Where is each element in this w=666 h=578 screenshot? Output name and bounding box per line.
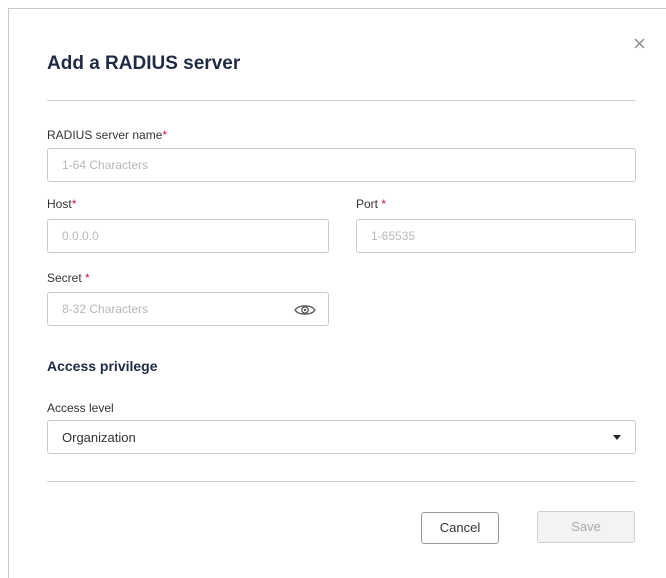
server-name-label-text: RADIUS server name bbox=[47, 128, 163, 142]
host-input[interactable] bbox=[48, 220, 328, 252]
port-label: Port * bbox=[356, 197, 386, 211]
secret-input[interactable] bbox=[48, 293, 328, 325]
port-label-text: Port bbox=[356, 197, 382, 211]
header-divider bbox=[47, 100, 636, 101]
access-level-label: Access level bbox=[47, 401, 114, 415]
footer-divider bbox=[47, 481, 636, 482]
server-name-field bbox=[47, 148, 636, 182]
eye-icon[interactable] bbox=[294, 303, 316, 317]
required-mark: * bbox=[71, 197, 77, 211]
required-mark: * bbox=[381, 197, 387, 211]
access-level-value: Organization bbox=[62, 430, 136, 445]
required-mark: * bbox=[85, 271, 90, 285]
add-radius-server-dialog: Add a RADIUS server RADIUS server name* … bbox=[8, 8, 666, 578]
caret-down-icon bbox=[613, 435, 621, 440]
dialog-title: Add a RADIUS server bbox=[47, 53, 241, 74]
required-mark: * bbox=[162, 128, 168, 142]
secret-label: Secret * bbox=[47, 271, 90, 285]
host-field bbox=[47, 219, 329, 253]
access-privilege-heading: Access privilege bbox=[47, 358, 158, 374]
server-name-label: RADIUS server name* bbox=[47, 128, 167, 142]
host-label: Host* bbox=[47, 197, 76, 211]
cancel-button[interactable]: Cancel bbox=[421, 512, 499, 544]
access-level-select[interactable]: Organization bbox=[47, 420, 636, 454]
save-button[interactable]: Save bbox=[537, 511, 635, 543]
port-input[interactable] bbox=[357, 220, 635, 252]
host-label-text: Host bbox=[47, 197, 72, 211]
secret-label-text: Secret bbox=[47, 271, 86, 285]
close-icon[interactable] bbox=[633, 37, 647, 51]
port-field bbox=[356, 219, 636, 253]
secret-field bbox=[47, 292, 329, 326]
server-name-input[interactable] bbox=[48, 149, 635, 181]
